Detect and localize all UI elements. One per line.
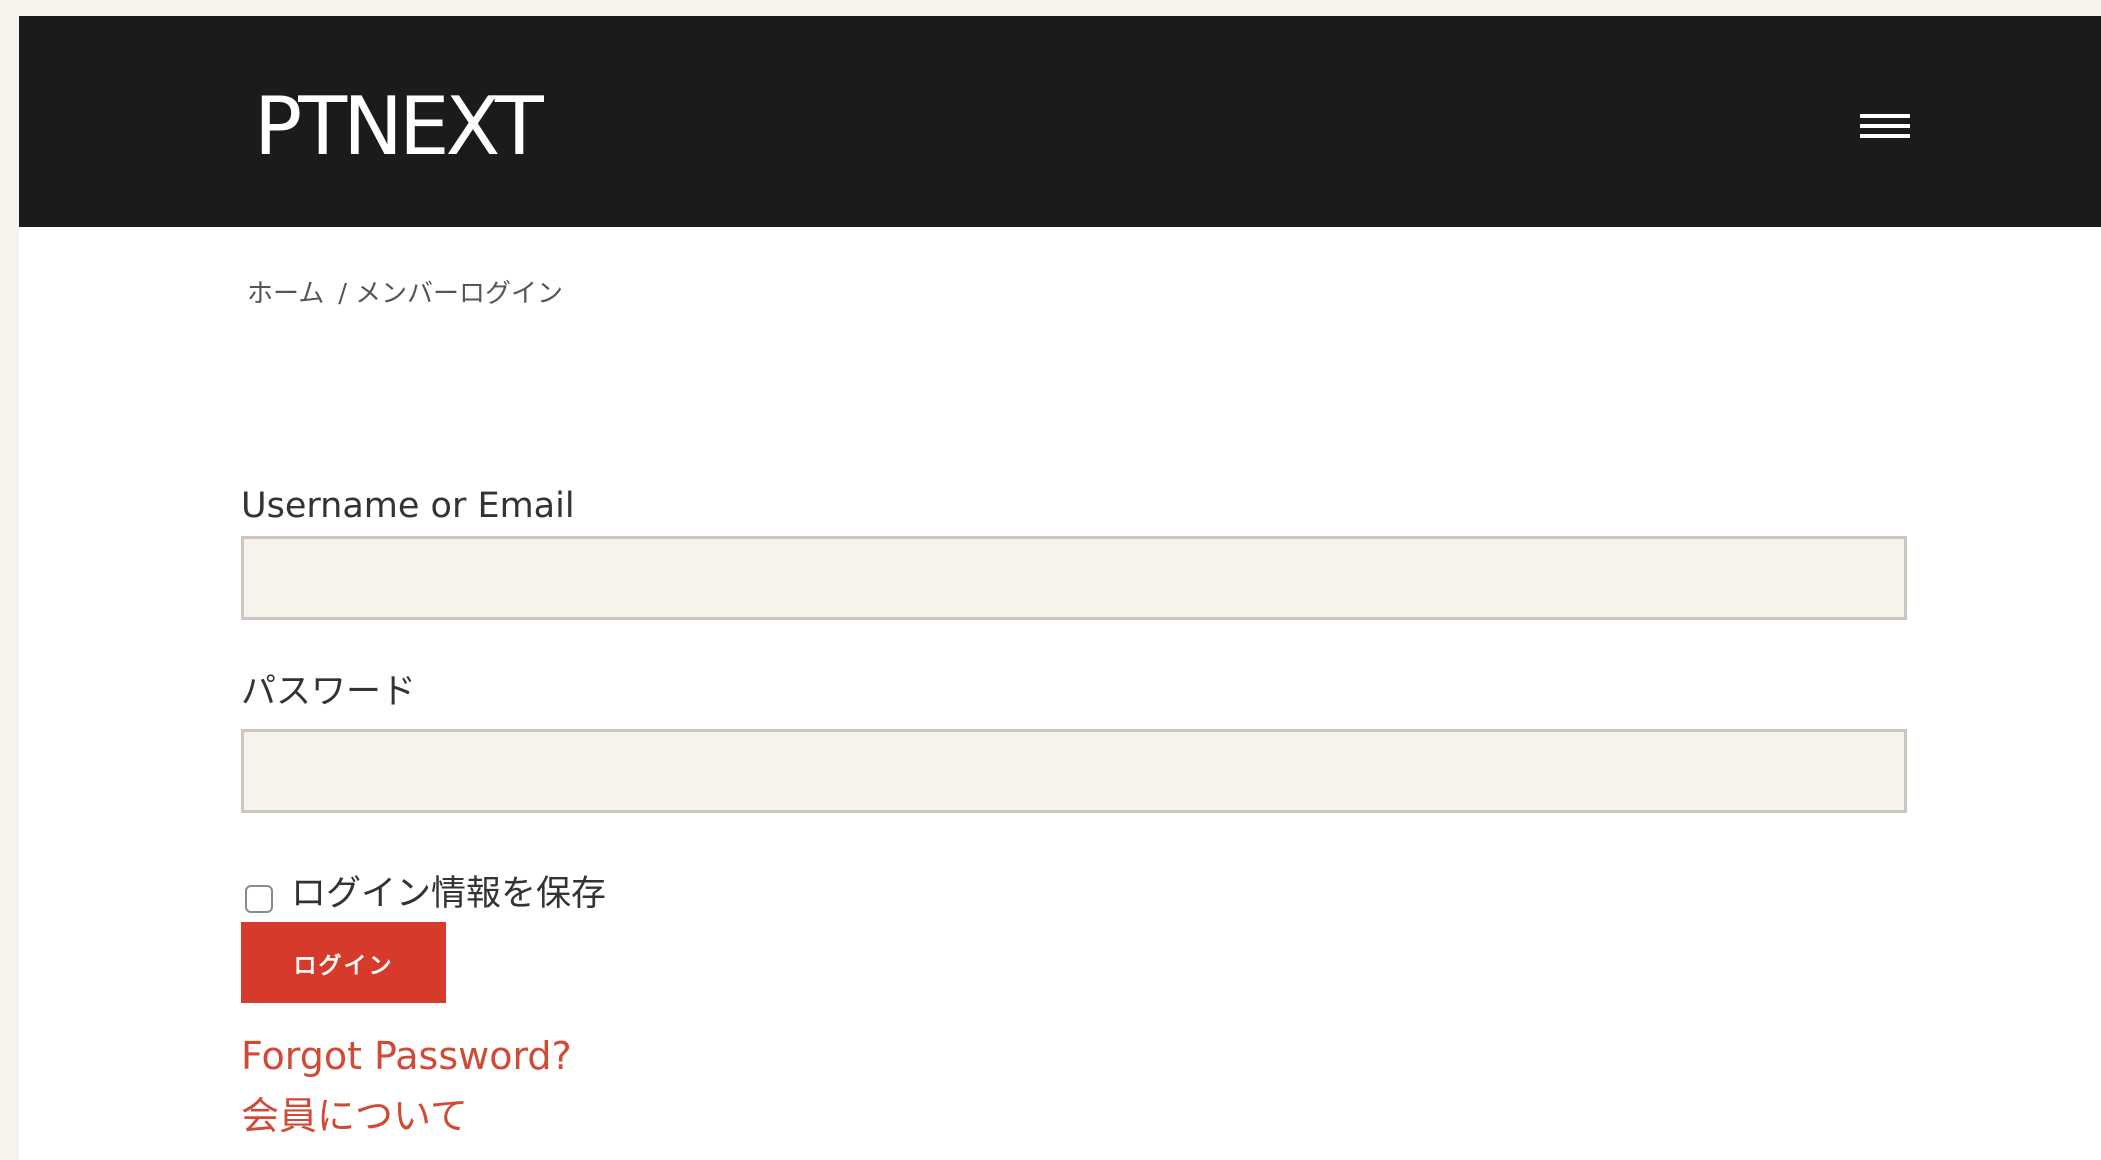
remember-me-checkbox[interactable]	[245, 885, 273, 913]
site-logo[interactable]: PTNEXT	[254, 80, 544, 174]
username-label: Username or Email	[241, 486, 575, 526]
password-input[interactable]	[241, 729, 1907, 813]
forgot-password-link[interactable]: Forgot Password?	[241, 1032, 572, 1080]
breadcrumb-home-link[interactable]: ホーム	[247, 279, 324, 309]
breadcrumb: ホーム / メンバーログイン	[247, 276, 563, 312]
breadcrumb-separator: /	[338, 279, 347, 309]
remember-me-row: ログイン情報を保存	[245, 866, 606, 922]
site-header: PTNEXT	[19, 16, 2101, 227]
password-label: パスワード	[241, 672, 417, 712]
login-button[interactable]: ログイン	[241, 922, 446, 1003]
username-input[interactable]	[241, 536, 1907, 620]
hamburger-menu-icon	[1860, 114, 1910, 138]
membership-info-link[interactable]: 会員について	[241, 1092, 468, 1140]
remember-me-label[interactable]: ログイン情報を保存	[291, 872, 606, 916]
page: PTNEXT ホーム / メンバーログイン Username or Email パス…	[19, 16, 2101, 1160]
menu-button[interactable]	[1855, 98, 1915, 146]
breadcrumb-current: メンバーログイン	[355, 279, 564, 309]
